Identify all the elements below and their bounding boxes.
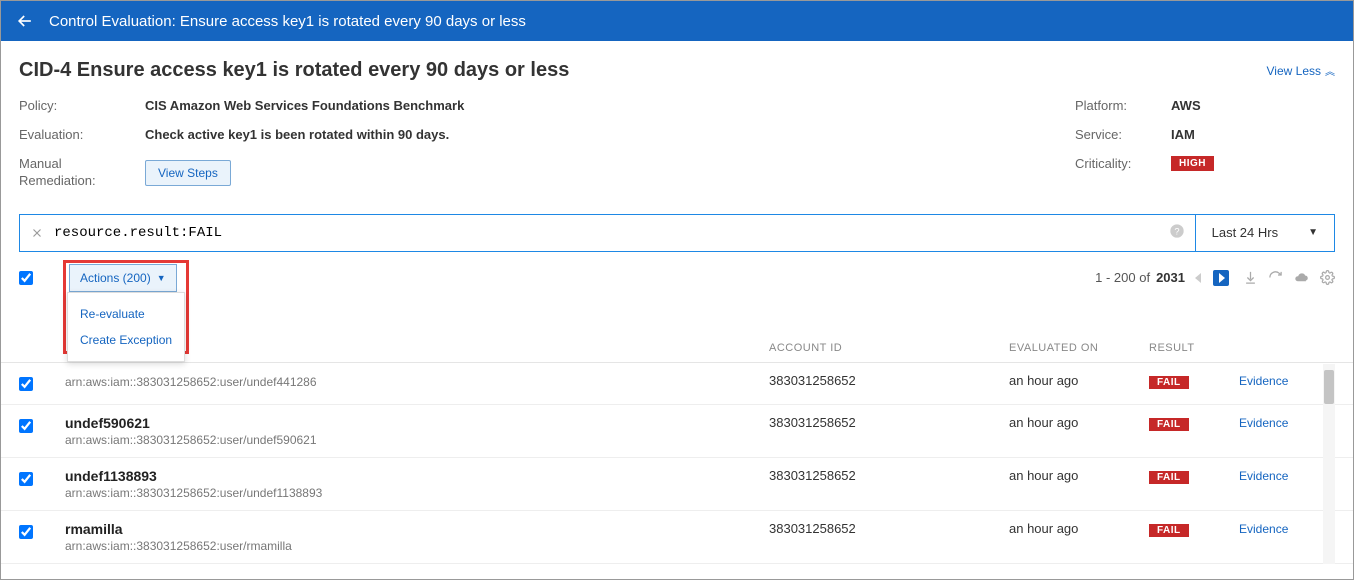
header-title: Control Evaluation: Ensure access key1 i…	[49, 13, 526, 30]
search-input[interactable]	[54, 225, 1169, 241]
view-less-toggle[interactable]: View Less ︽	[1267, 63, 1335, 78]
select-all-checkbox[interactable]	[19, 271, 33, 285]
evidence-link[interactable]: Evidence	[1239, 469, 1288, 483]
table-row: arn:aws:iam::383031258652:user/undef4412…	[1, 363, 1353, 405]
account-id: 383031258652	[769, 468, 1009, 483]
evaluation-value: Check active key1 is been rotated within…	[145, 127, 449, 142]
service-label: Service:	[1075, 127, 1155, 142]
table-row: rmamillaarn:aws:iam::383031258652:user/r…	[1, 511, 1353, 564]
table-row: undef590621arn:aws:iam::383031258652:use…	[1, 405, 1353, 458]
resource-name: undef1138893	[65, 468, 769, 484]
evidence-link[interactable]: Evidence	[1239, 374, 1288, 388]
service-value: IAM	[1171, 127, 1195, 142]
row-checkbox[interactable]	[19, 377, 33, 391]
criticality-label: Criticality:	[1075, 156, 1155, 171]
header-bar: Control Evaluation: Ensure access key1 i…	[1, 1, 1353, 41]
scrollbar[interactable]	[1323, 364, 1335, 564]
evaluated-on: an hour ago	[1009, 468, 1149, 483]
result-badge: FAIL	[1149, 376, 1189, 389]
clear-search-icon[interactable]	[30, 226, 44, 240]
evaluation-label: Evaluation:	[19, 127, 129, 142]
next-page-button[interactable]	[1213, 270, 1229, 286]
result-badge: FAIL	[1149, 418, 1189, 431]
chevron-down-icon: ▼	[157, 273, 166, 283]
time-range-label: Last 24 Hrs	[1212, 225, 1278, 240]
details-panel: Policy: CIS Amazon Web Services Foundati…	[1, 92, 1353, 208]
download-icon[interactable]	[1243, 270, 1258, 285]
col-header-result: RESULT	[1149, 342, 1239, 354]
menu-item-create-exception[interactable]: Create Exception	[68, 327, 184, 353]
resource-arn: arn:aws:iam::383031258652:user/undef5906…	[65, 433, 769, 447]
search-bar: ? Last 24 Hrs ▼	[19, 214, 1335, 252]
refresh-icon[interactable]	[1268, 270, 1283, 285]
platform-label: Platform:	[1075, 98, 1155, 113]
evidence-link[interactable]: Evidence	[1239, 522, 1288, 536]
account-id: 383031258652	[769, 521, 1009, 536]
resource-arn: arn:aws:iam::383031258652:user/rmamilla	[65, 539, 769, 553]
back-button[interactable]	[15, 11, 35, 31]
account-id: 383031258652	[769, 373, 1009, 388]
resource-arn: arn:aws:iam::383031258652:user/undef1138…	[65, 486, 769, 500]
row-checkbox[interactable]	[19, 525, 33, 539]
actions-button[interactable]: Actions (200) ▼	[69, 264, 177, 292]
evaluated-on: an hour ago	[1009, 373, 1149, 388]
time-range-select[interactable]: Last 24 Hrs ▼	[1195, 215, 1334, 251]
resource-arn: arn:aws:iam::383031258652:user/undef4412…	[65, 375, 769, 389]
policy-value: CIS Amazon Web Services Foundations Benc…	[145, 98, 464, 113]
svg-text:?: ?	[1174, 227, 1179, 237]
toolbar: Actions (200) ▼ Re-evaluate Create Excep…	[1, 252, 1353, 294]
criticality-badge: HIGH	[1171, 156, 1214, 171]
table-row: undef1138893arn:aws:iam::383031258652:us…	[1, 458, 1353, 511]
results-table: ACCOUNT ID EVALUATED ON RESULT arn:aws:i…	[1, 334, 1353, 564]
account-id: 383031258652	[769, 415, 1009, 430]
col-header-account: ACCOUNT ID	[769, 342, 1009, 354]
chevron-up-icon: ︽	[1325, 63, 1335, 78]
actions-menu: Re-evaluate Create Exception	[67, 292, 185, 362]
menu-item-reevaluate[interactable]: Re-evaluate	[68, 301, 184, 327]
evidence-link[interactable]: Evidence	[1239, 416, 1288, 430]
row-checkbox[interactable]	[19, 472, 33, 486]
page-title: CID-4 Ensure access key1 is rotated ever…	[19, 59, 569, 82]
evaluated-on: an hour ago	[1009, 521, 1149, 536]
actions-button-label: Actions (200)	[80, 271, 151, 285]
policy-label: Policy:	[19, 98, 129, 113]
cloud-icon[interactable]	[1293, 270, 1310, 285]
gear-icon[interactable]	[1320, 270, 1335, 285]
evaluated-on: an hour ago	[1009, 415, 1149, 430]
help-icon[interactable]: ?	[1169, 223, 1185, 242]
remediation-label: ManualRemediation:	[19, 156, 129, 190]
platform-value: AWS	[1171, 98, 1201, 113]
chevron-down-icon: ▼	[1308, 227, 1318, 238]
pagination: 1 - 200 of 2031	[1095, 270, 1229, 286]
paging-range: 1 - 200 of	[1095, 270, 1150, 285]
resource-name: undef590621	[65, 415, 769, 431]
resource-name: rmamilla	[65, 521, 769, 537]
col-header-evaluated: EVALUATED ON	[1009, 342, 1149, 354]
result-badge: FAIL	[1149, 524, 1189, 537]
view-steps-button[interactable]: View Steps	[145, 160, 231, 186]
row-checkbox[interactable]	[19, 419, 33, 433]
paging-total: 2031	[1156, 270, 1185, 285]
result-badge: FAIL	[1149, 471, 1189, 484]
prev-page-button[interactable]	[1191, 270, 1207, 286]
view-less-label: View Less	[1267, 64, 1321, 78]
